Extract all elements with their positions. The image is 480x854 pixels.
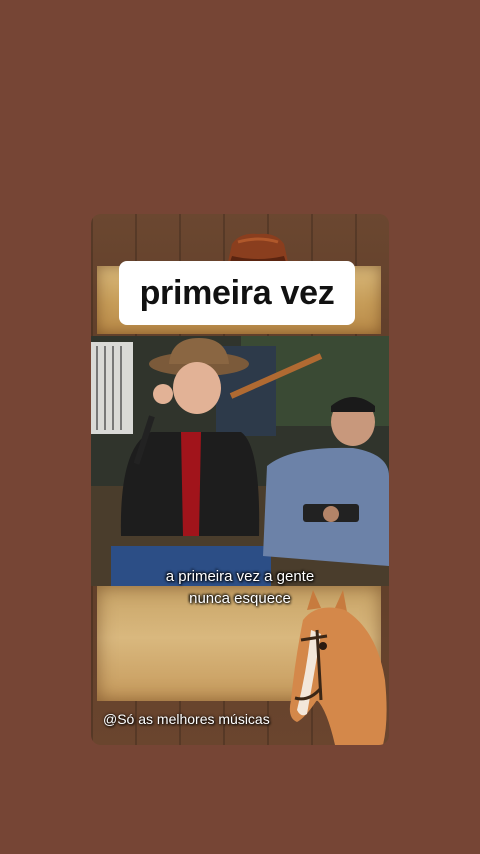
title-label: primeira vez (119, 261, 355, 325)
video-card[interactable]: primeira vez a primeira vez a gente nunc… (91, 214, 389, 745)
subtitle-line-1: a primeira vez a gente (165, 568, 315, 585)
video-frame[interactable] (91, 336, 389, 586)
video-scene (91, 336, 389, 586)
watermark-label: @Só as melhores músicas (103, 711, 270, 727)
horse-head-icon (289, 590, 387, 745)
